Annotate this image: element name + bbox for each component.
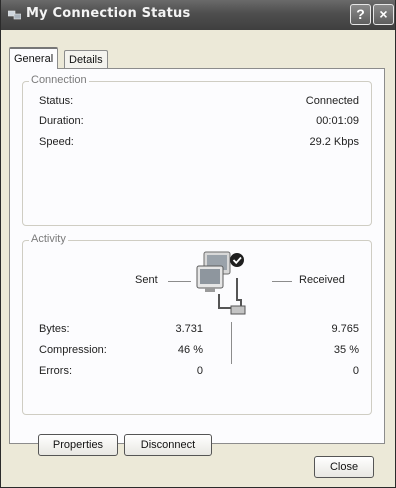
- dialog-client-area: General Details Connection Status: Conne…: [5, 30, 391, 484]
- compression-label: Compression:: [39, 344, 107, 356]
- sent-label: Sent: [135, 274, 158, 286]
- window-title: My Connection Status: [26, 6, 191, 21]
- disconnect-button[interactable]: Disconnect: [124, 434, 212, 456]
- errors-sent-value: 0: [196, 365, 203, 377]
- tab-panel-general: Connection Status: Connected Duration: 0…: [9, 68, 385, 456]
- network-connection-icon: [8, 10, 21, 20]
- bytes-label: Bytes:: [39, 323, 70, 335]
- received-line: [272, 281, 292, 282]
- connection-group: Connection Status: Connected Duration: 0…: [22, 74, 372, 226]
- tab-general[interactable]: General: [9, 47, 59, 69]
- activity-group-title: Activity: [29, 233, 68, 245]
- bytes-received-value: 9.765: [331, 323, 359, 335]
- status-label: Status:: [39, 95, 74, 107]
- duration-label: Duration:: [39, 115, 84, 127]
- title-bar[interactable]: My Connection Status ? ×: [1, 0, 395, 30]
- status-value: Connected: [305, 95, 359, 107]
- errors-received-value: 0: [352, 365, 359, 377]
- speed-label: Speed:: [39, 136, 74, 148]
- errors-label: Errors:: [39, 365, 72, 377]
- compression-sent-value: 46 %: [177, 344, 203, 356]
- network-activity-icon: [196, 251, 246, 315]
- properties-button[interactable]: Properties: [38, 434, 118, 456]
- activity-group: Activity Sent Received Bytes: 3.731 9.76…: [22, 233, 372, 415]
- help-button[interactable]: ?: [350, 4, 371, 25]
- close-button[interactable]: Close: [314, 456, 374, 478]
- sent-line: [168, 281, 191, 282]
- compression-received-value: 35 %: [333, 344, 359, 356]
- tab-details[interactable]: Details: [64, 50, 108, 70]
- received-label: Received: [299, 274, 345, 286]
- help-icon: ?: [356, 6, 365, 22]
- activity-center-divider: [231, 322, 232, 364]
- duration-value: 00:01:09: [316, 115, 359, 127]
- bytes-sent-value: 3.731: [175, 323, 203, 335]
- connection-status-window: My Connection Status ? × General Details…: [0, 0, 396, 488]
- title-close-button[interactable]: ×: [373, 4, 394, 25]
- speed-value: 29.2 Kbps: [309, 136, 359, 148]
- connection-group-title: Connection: [29, 74, 89, 86]
- close-icon: ×: [379, 6, 388, 22]
